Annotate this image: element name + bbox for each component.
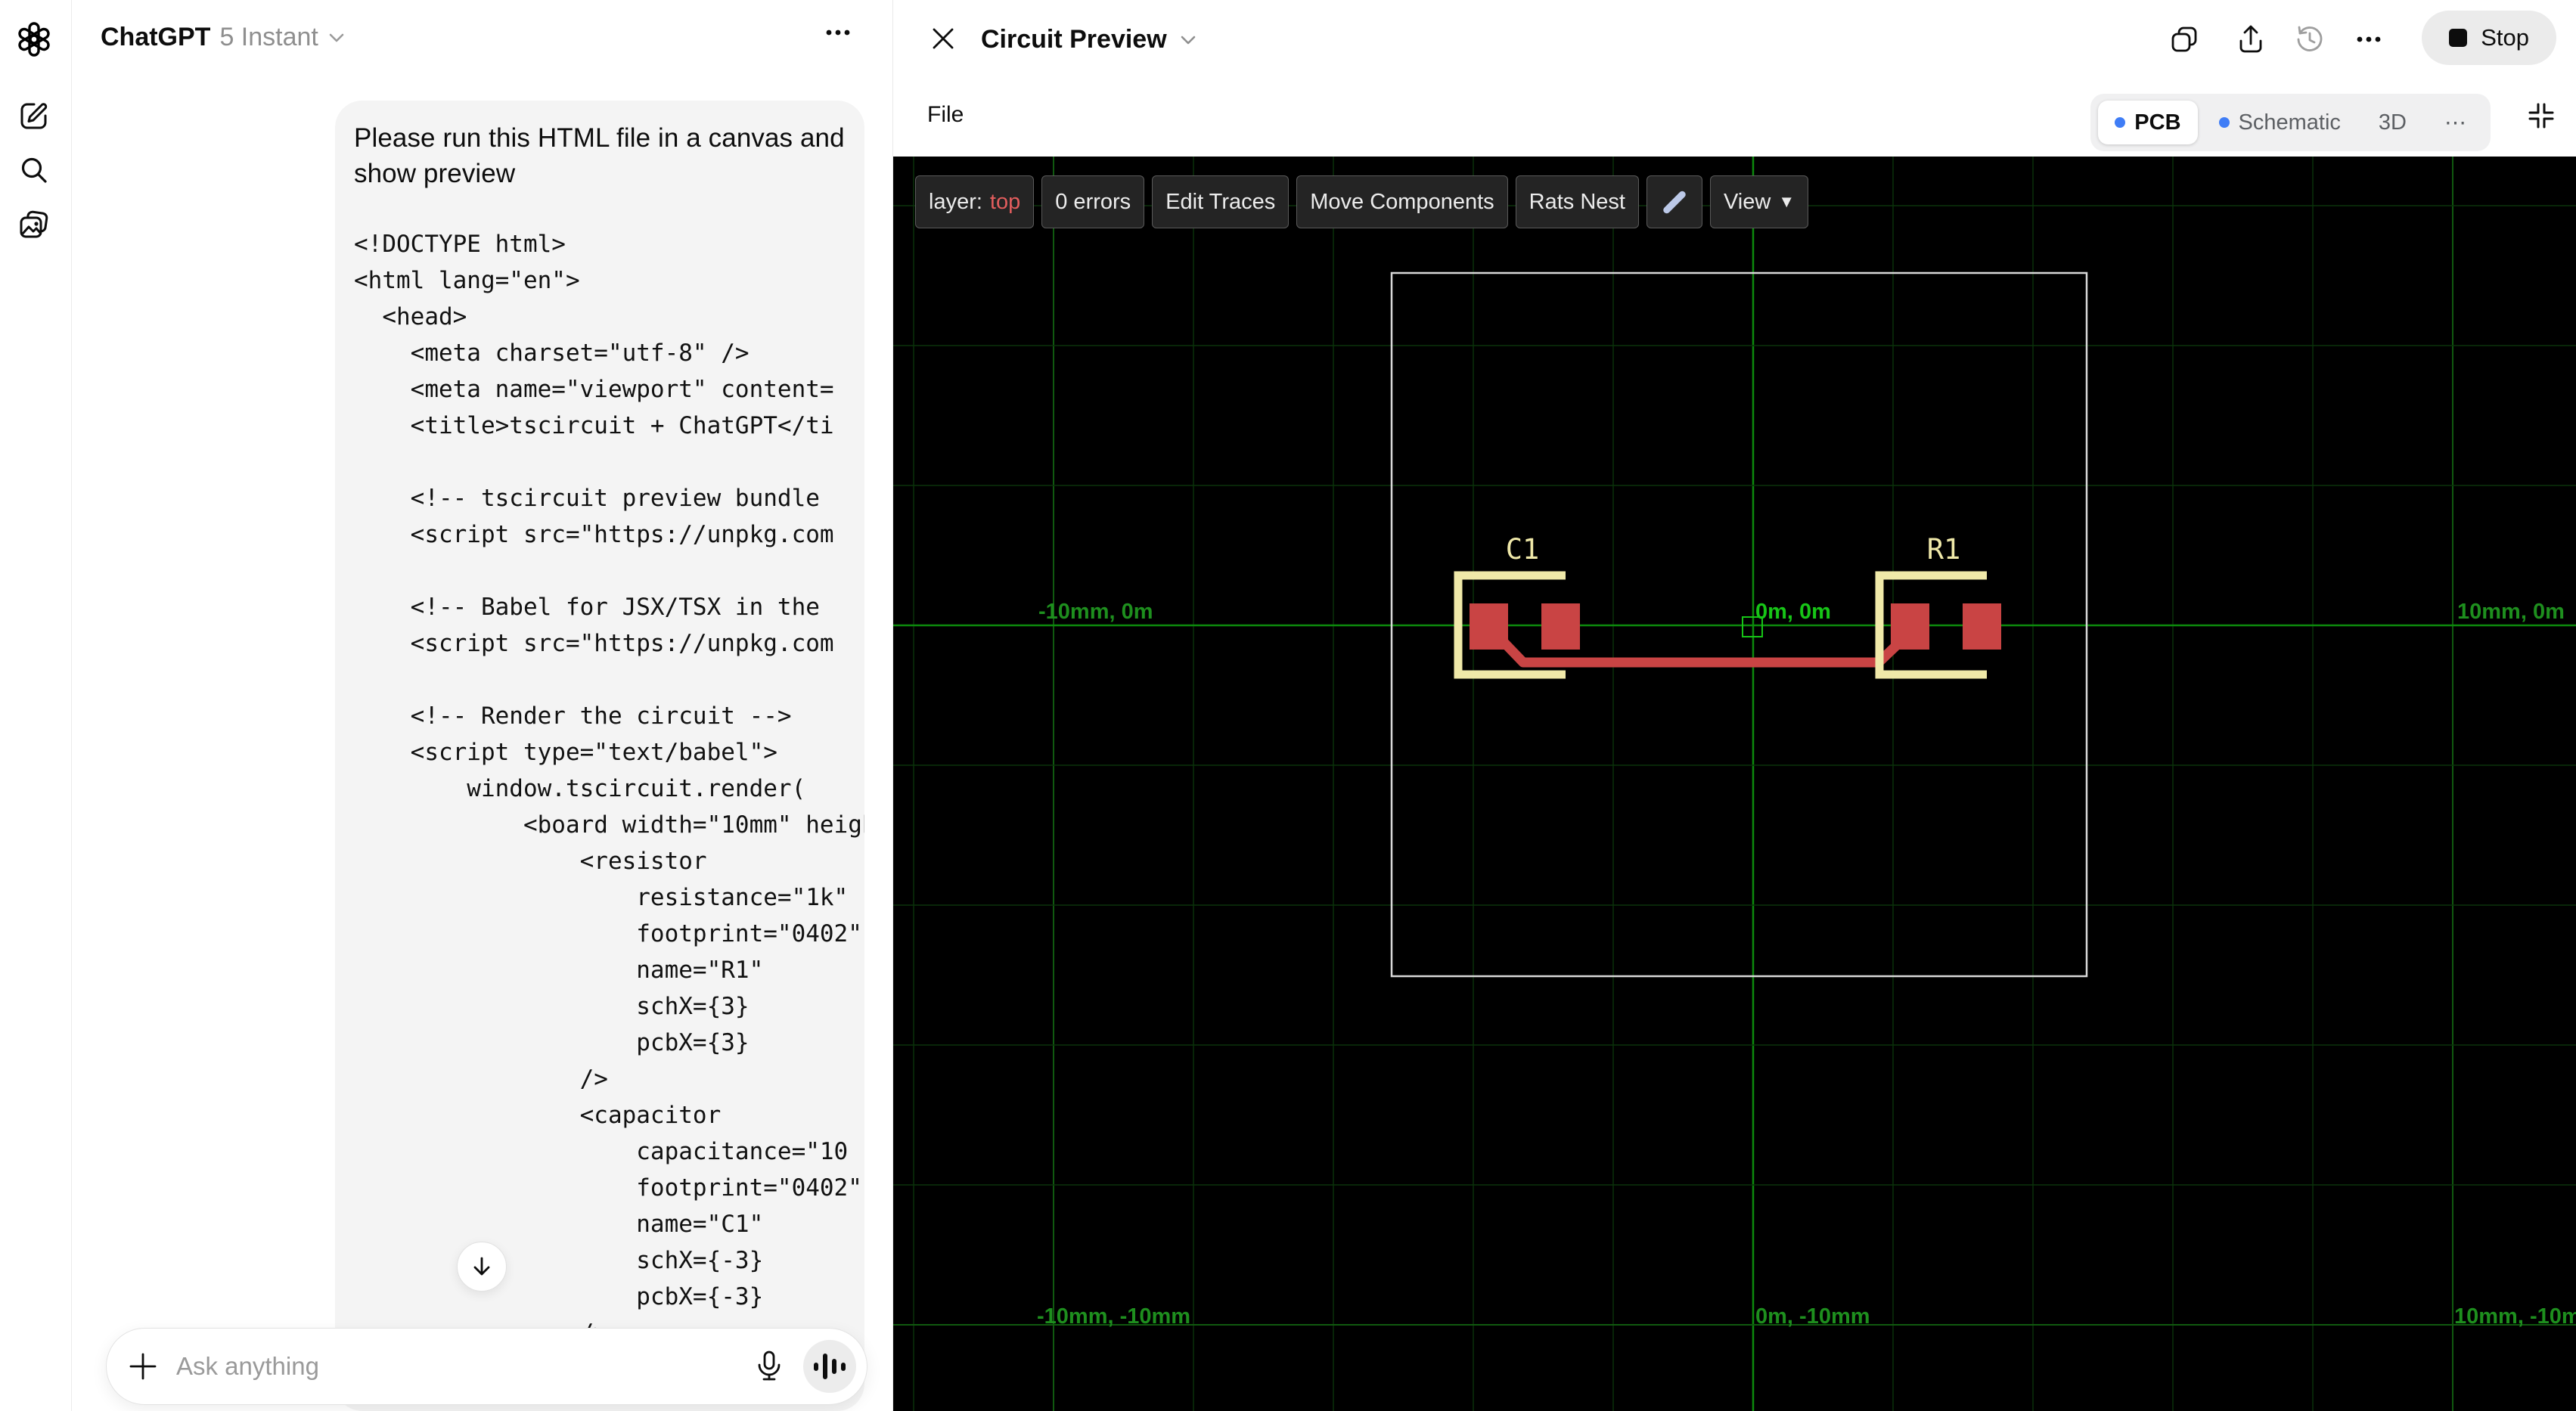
layer-label: layer:: [929, 189, 982, 214]
voice-waveform-icon: [814, 1354, 846, 1379]
file-menu[interactable]: File: [927, 102, 964, 128]
pcb-viewport[interactable]: C1 R1 0m, 0m -10mm, 0m 10mm, 0m -10mm, -10mm 0…: [893, 157, 2576, 1411]
openai-logo-icon: [18, 22, 50, 57]
tab-3d[interactable]: 3D: [2362, 101, 2423, 144]
chat-header: ChatGPT 5 Instant: [72, 0, 892, 79]
plus-icon: [129, 1353, 157, 1380]
chevron-down-icon: [1181, 36, 1195, 44]
sidebar: [0, 0, 72, 1411]
attach-button[interactable]: [128, 1351, 158, 1382]
chat-more-button[interactable]: [823, 27, 853, 38]
pcb-toolbar: layer: top 0 errors Edit Traces Move Compone…: [915, 175, 1809, 228]
user-message-text: Please run this HTML file in a canvas an…: [354, 123, 845, 188]
collapse-canvas-button[interactable]: [2526, 101, 2556, 131]
pad2-c1: [1541, 603, 1580, 650]
origin-coordinate-label: 0m, 0m: [1755, 600, 1831, 624]
new-chat-icon: [20, 103, 48, 129]
copy-icon: [2171, 26, 2197, 52]
canvas-menubar: File PCB Schematic 3D ⋯: [893, 79, 2576, 157]
new-chat-button[interactable]: [15, 97, 53, 135]
search-button[interactable]: [15, 151, 53, 189]
pcb-svg: C1 R1 0m, 0m -10mm, 0m 10mm, 0m -10mm, -10mm 0…: [893, 157, 2576, 1411]
share-upload-icon: [2239, 25, 2262, 53]
model-selector[interactable]: ChatGPT 5 Instant: [101, 23, 346, 52]
user-message-bubble: Please run this HTML file in a canvas an…: [335, 101, 864, 1411]
close-icon: [933, 28, 954, 49]
edit-pencil-button[interactable]: [1646, 175, 1702, 228]
component-label-c1: C1: [1506, 533, 1540, 566]
layer-select-button[interactable]: layer: top: [915, 175, 1035, 228]
canvas-title-dropdown[interactable]: Circuit Preview: [981, 25, 1197, 54]
tab-active-dot: [2218, 117, 2230, 128]
coordinate-label-left-bottom: -10mm, -10mm: [1037, 1304, 1190, 1329]
composer: [106, 1328, 867, 1405]
edit-traces-button[interactable]: Edit Traces: [1152, 175, 1290, 228]
scroll-to-bottom-button[interactable]: [457, 1242, 507, 1292]
coordinate-label-right-bottom: 10mm, -10mm: [2454, 1304, 2576, 1329]
history-icon: [2297, 26, 2323, 51]
share-button[interactable]: [2234, 23, 2267, 56]
caret-down-icon: ▼: [1778, 192, 1795, 211]
pad1-r1: [1891, 603, 1929, 650]
user-message-code: <!DOCTYPE html> <html lang="en"> <head> …: [354, 231, 864, 1347]
pencil-icon: [1662, 189, 1687, 215]
tab-pcb[interactable]: PCB: [2098, 101, 2198, 144]
tab-schematic[interactable]: Schematic: [2202, 101, 2357, 144]
stop-label: Stop: [2481, 24, 2529, 51]
stop-square-icon: [2449, 29, 2468, 47]
library-button[interactable]: [15, 206, 53, 244]
ellipsis-icon: [826, 29, 850, 36]
library-images-icon: [20, 210, 48, 238]
chat-panel: ChatGPT 5 Instant Please run this HTML f…: [72, 0, 892, 1411]
rats-nest-button[interactable]: Rats Nest: [1515, 175, 1639, 228]
view-mode-tabs: PCB Schematic 3D ⋯: [2090, 94, 2491, 151]
view-label: View: [1723, 189, 1771, 214]
microphone-icon: [758, 1351, 781, 1381]
move-components-button[interactable]: Move Components: [1296, 175, 1508, 228]
coordinate-label-center-bottom: 0m, -10mm: [1755, 1304, 1870, 1329]
canvas-panel: Circuit Preview Stop File PCB Schematic …: [892, 0, 2576, 1411]
canvas-close-button[interactable]: [930, 25, 957, 52]
stop-button[interactable]: Stop: [2422, 11, 2556, 65]
canvas-title: Circuit Preview: [981, 25, 1167, 54]
app-title: ChatGPT: [101, 23, 211, 51]
search-icon: [21, 157, 47, 183]
tab-label: Schematic: [2238, 110, 2341, 135]
component-label-r1: R1: [1927, 533, 1961, 566]
canvas-more-button[interactable]: [2352, 23, 2385, 56]
tab-label: PCB: [2134, 110, 2181, 135]
voice-mode-button[interactable]: [803, 1340, 856, 1393]
ellipsis-icon: [2357, 36, 2381, 42]
dictate-button[interactable]: [755, 1350, 784, 1383]
0-errors-button[interactable]: 0 errors: [1041, 175, 1145, 228]
tab-⋯[interactable]: ⋯: [2428, 101, 2483, 144]
tab-label: ⋯: [2444, 110, 2466, 135]
canvas-header: Circuit Preview Stop: [893, 0, 2576, 79]
chevron-down-icon: [329, 33, 344, 42]
tab-label: 3D: [2378, 110, 2407, 135]
view-dropdown-button[interactable]: View ▼: [1709, 175, 1809, 228]
pad2-r1: [1963, 603, 2001, 650]
openai-logo[interactable]: [15, 20, 53, 58]
coordinate-label-right-mid: 10mm, 0m: [2457, 600, 2565, 624]
layer-value: top: [989, 189, 1021, 214]
message-input[interactable]: [176, 1352, 755, 1381]
model-name: 5 Instant: [219, 23, 318, 51]
history-button[interactable]: [2293, 23, 2326, 56]
coordinate-label-left-mid: -10mm, 0m: [1038, 600, 1153, 624]
collapse-icon: [2528, 103, 2554, 129]
arrow-down-icon: [473, 1257, 490, 1276]
tab-active-dot: [2115, 117, 2126, 128]
pad1-c1: [1470, 603, 1508, 650]
copy-button[interactable]: [2168, 23, 2201, 56]
